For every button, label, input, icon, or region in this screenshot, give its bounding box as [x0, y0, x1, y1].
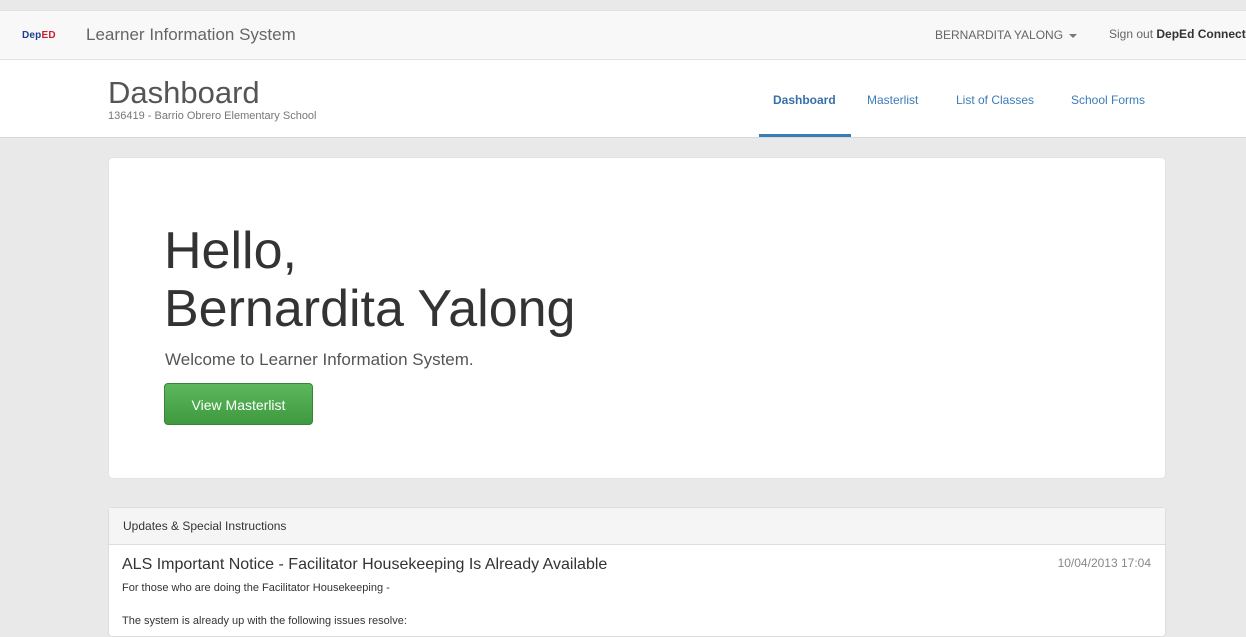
tab-dashboard[interactable]: Dashboard — [773, 93, 836, 107]
greeting-line-1: Hello, — [164, 222, 297, 280]
page-header: Dashboard 136419 - Barrio Obrero Element… — [0, 60, 1246, 138]
top-navbar: DepED Learner Information System BERNARD… — [0, 10, 1246, 60]
page-title: Dashboard — [108, 75, 260, 110]
greeting-heading: Hello, Bernardita Yalong — [164, 222, 575, 338]
updates-panel: Updates & Special Instructions ALS Impor… — [108, 507, 1166, 637]
tab-school-forms[interactable]: School Forms — [1071, 93, 1145, 107]
app-brand[interactable]: Learner Information System — [86, 25, 296, 45]
signout-link[interactable]: Sign out DepEd Connect — [1109, 27, 1246, 41]
logo-text-dep: Dep — [22, 30, 42, 41]
greeting-line-2: Bernardita Yalong — [164, 280, 576, 338]
tab-masterlist[interactable]: Masterlist — [867, 93, 918, 107]
notice-text: The system is already up with the follow… — [122, 615, 407, 627]
school-subtitle: 136419 - Barrio Obrero Elementary School — [108, 110, 317, 122]
signout-service: DepEd Connect — [1156, 27, 1246, 41]
user-menu[interactable]: BERNARDITA YALONG — [935, 28, 1078, 42]
updates-heading: Updates & Special Instructions — [109, 508, 1165, 545]
notice-title[interactable]: ALS Important Notice - Facilitator House… — [122, 556, 607, 574]
active-tab-indicator — [759, 134, 851, 137]
signout-prefix: Sign out — [1109, 27, 1154, 41]
welcome-jumbotron: Hello, Bernardita Yalong Welcome to Lear… — [108, 157, 1166, 479]
user-name: BERNARDITA YALONG — [935, 28, 1064, 42]
deped-logo[interactable]: DepED — [22, 28, 56, 44]
notice-text: For those who are doing the Facilitator … — [122, 582, 390, 594]
notice-date: 10/04/2013 17:04 — [1057, 556, 1151, 570]
caret-down-icon — [1069, 33, 1078, 38]
logo-text-ed: ED — [41, 30, 56, 41]
view-masterlist-button[interactable]: View Masterlist — [164, 383, 313, 425]
tab-list-of-classes[interactable]: List of Classes — [956, 93, 1034, 107]
welcome-text: Welcome to Learner Information System. — [165, 350, 474, 369]
